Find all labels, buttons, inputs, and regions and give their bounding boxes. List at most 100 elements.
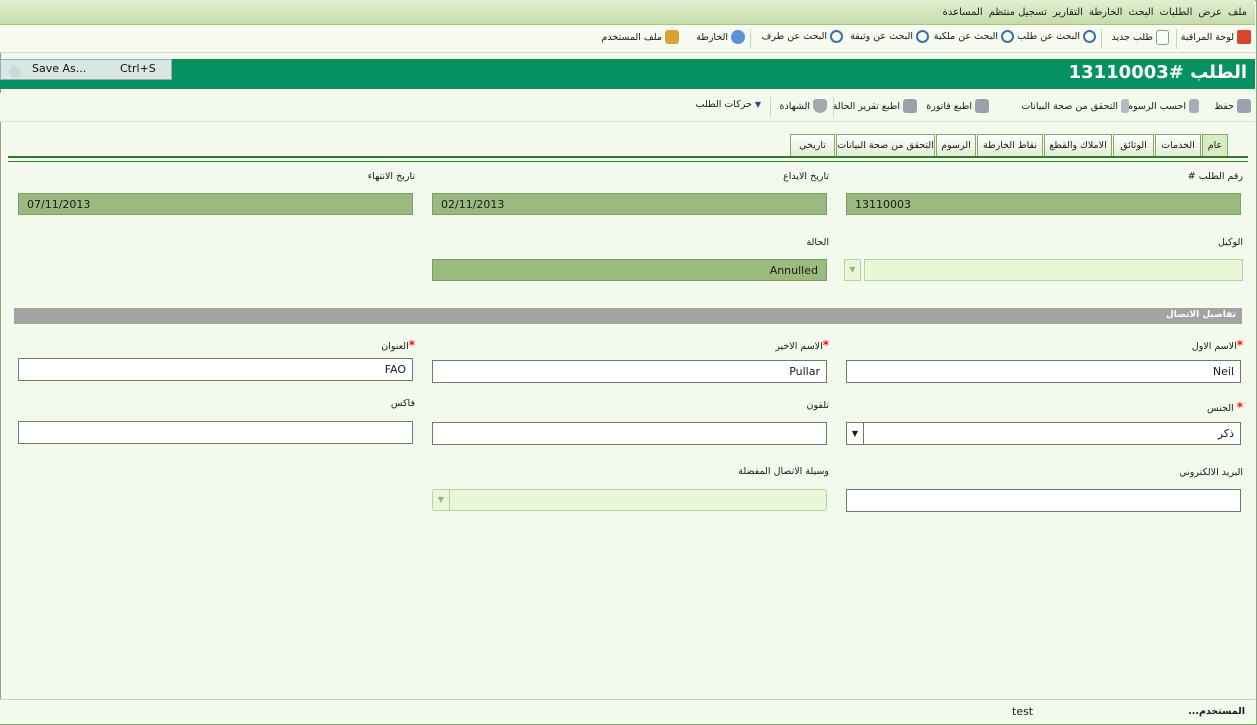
calc-fees-button[interactable]: احسب الرسوم <box>1127 99 1199 113</box>
chevron-down-icon[interactable]: ▼ <box>844 259 861 281</box>
expiry-date-field: 07/11/2013 <box>18 193 413 215</box>
validate-label: التحقق من صحة البيانات <box>1021 100 1118 112</box>
menu-map[interactable]: الخارطة <box>1089 7 1122 18</box>
tab-services[interactable]: الخدمات <box>1155 134 1201 156</box>
first-name-label-text: الاسم الاول <box>1191 341 1237 352</box>
new-document-icon <box>1156 30 1169 45</box>
gender-label: * الجنس <box>1207 400 1243 414</box>
search-property-label: البحث عن ملكية <box>933 31 998 42</box>
page-title: الطلب #13110003 <box>1068 62 1247 83</box>
map-button[interactable]: الخارطة <box>696 30 745 44</box>
address-label: *العنوان <box>381 338 415 352</box>
printer-icon <box>975 99 989 113</box>
tab-label: الاملاك والقطع <box>1049 140 1107 151</box>
calc-fees-label: احسب الرسوم <box>1127 100 1186 112</box>
chevron-down-icon: ▼ <box>433 490 450 510</box>
dashboard-button[interactable]: لوحة المراقبة <box>1181 30 1251 44</box>
fax-input[interactable] <box>18 421 413 444</box>
status-field: Annulled <box>432 259 827 281</box>
tab-label: الخدمات <box>1161 140 1195 151</box>
tab-label: الوثائق <box>1120 140 1147 151</box>
print-status-label: اطبع تقرير الحالة <box>832 100 900 112</box>
request-actions-label: حركات الطلب <box>695 99 752 110</box>
tab-map-points[interactable]: نقاط الخارطة <box>977 134 1043 156</box>
first-name-input[interactable]: Neil <box>846 360 1241 383</box>
address-input[interactable]: FAO <box>18 358 413 381</box>
user-status-label: المستخدم... <box>1188 706 1245 717</box>
menu-help[interactable]: المساعدة <box>943 7 983 18</box>
tab-label: الرسوم <box>941 140 971 151</box>
section-title: تفاصيل الاتصال <box>1166 310 1236 320</box>
phone-label: تلفون <box>806 400 829 411</box>
agent-select[interactable] <box>864 259 1243 281</box>
menu-view[interactable]: عرض <box>1198 7 1222 18</box>
email-label: البريد الالكتروني <box>1179 467 1243 478</box>
last-name-label: *الاسم الاخير <box>775 338 829 352</box>
tab-validation[interactable]: التحقق من صحة البيانات <box>836 134 935 156</box>
save-as-shortcut: Ctrl+S <box>120 62 156 75</box>
search-request-label: البحث عن طلب <box>1017 31 1080 42</box>
save-button[interactable]: حفظ <box>1214 99 1251 113</box>
tab-history[interactable]: تاريخي <box>790 134 835 156</box>
status-label: الحالة <box>806 237 829 248</box>
home-icon <box>1237 30 1251 44</box>
search-document-button[interactable]: البحث عن وثيقة <box>850 30 929 43</box>
phone-input[interactable] <box>432 422 827 445</box>
user-status-value: test <box>1012 705 1034 718</box>
new-request-label: طلب جديد <box>1111 32 1153 43</box>
preferred-contact-select[interactable]: ▼ <box>432 489 827 511</box>
certificate-button[interactable]: الشهادة <box>779 99 827 113</box>
search-document-label: البحث عن وثيقة <box>850 31 913 42</box>
search-party-label: البحث عن طرف <box>761 31 827 42</box>
save-icon <box>1237 99 1251 113</box>
tab-general[interactable]: عام <box>1202 134 1228 156</box>
tab-label: عام <box>1207 140 1223 151</box>
email-input[interactable] <box>846 489 1241 512</box>
menu-search[interactable]: البحث <box>1128 7 1153 18</box>
menu-systematic[interactable]: تسجيل منتظم <box>989 7 1047 18</box>
gender-select[interactable]: ذكر ▼ <box>846 422 1241 445</box>
print-status-button[interactable]: اطبع تقرير الحالة <box>833 99 917 113</box>
status-bar: المستخدم... test <box>0 699 1255 724</box>
help-icon <box>9 66 21 78</box>
save-label: حفظ <box>1214 100 1234 112</box>
chevron-down-icon[interactable]: ▼ <box>847 423 864 444</box>
request-actions-dropdown[interactable]: ▼ حركات الطلب <box>696 99 761 110</box>
user-lock-icon <box>665 30 679 44</box>
search-icon <box>1083 30 1096 43</box>
menu-bar: ملف عرض الطلبات البحث الخارطة التقارير ت… <box>0 0 1255 25</box>
tab-fees[interactable]: الرسوم <box>936 134 976 156</box>
agent-label: الوكيل <box>1217 237 1243 248</box>
tab-documents[interactable]: الوثائق <box>1113 134 1154 156</box>
tab-label: تاريخي <box>799 140 826 151</box>
gender-label-text: الجنس <box>1207 403 1234 414</box>
print-invoice-button[interactable]: اطبع فاتورة <box>926 99 989 113</box>
search-icon <box>916 30 929 43</box>
menu-requests[interactable]: الطلبات <box>1160 7 1193 18</box>
tab-properties[interactable]: الاملاك والقطع <box>1044 134 1112 156</box>
last-name-label-text: الاسم الاخير <box>775 341 823 352</box>
search-property-button[interactable]: البحث عن ملكية <box>934 30 1014 43</box>
menu-reports[interactable]: التقارير <box>1053 7 1083 18</box>
search-icon <box>1001 30 1014 43</box>
fax-label: فاكس <box>390 398 415 409</box>
user-profile-button[interactable]: ملف المستخدم <box>602 30 679 44</box>
gender-value: ذكر <box>1217 427 1234 440</box>
last-name-input[interactable]: Pullar <box>432 360 827 383</box>
print-invoice-label: اطبع فاتورة <box>926 100 972 112</box>
certificate-label: الشهادة <box>779 100 811 112</box>
menu-file[interactable]: ملف <box>1228 7 1247 18</box>
tab-divider <box>8 156 1248 162</box>
search-request-button[interactable]: البحث عن طلب <box>1017 30 1096 43</box>
search-icon <box>830 30 843 43</box>
new-request-button[interactable]: طلب جديد <box>1111 30 1169 45</box>
title-bar <box>0 59 1255 89</box>
expiry-date-label: تاريخ الانتهاء <box>367 171 415 182</box>
tab-label: التحقق من صحة البيانات <box>837 140 934 151</box>
printer-icon <box>903 99 917 113</box>
save-as-label: Save As... <box>32 62 87 75</box>
chevron-down-icon: ▼ <box>754 100 761 109</box>
search-party-button[interactable]: البحث عن طرف <box>762 30 843 43</box>
lodged-date-field: 02/11/2013 <box>432 193 827 215</box>
validate-button[interactable]: التحقق من صحة البيانات <box>1021 99 1129 113</box>
